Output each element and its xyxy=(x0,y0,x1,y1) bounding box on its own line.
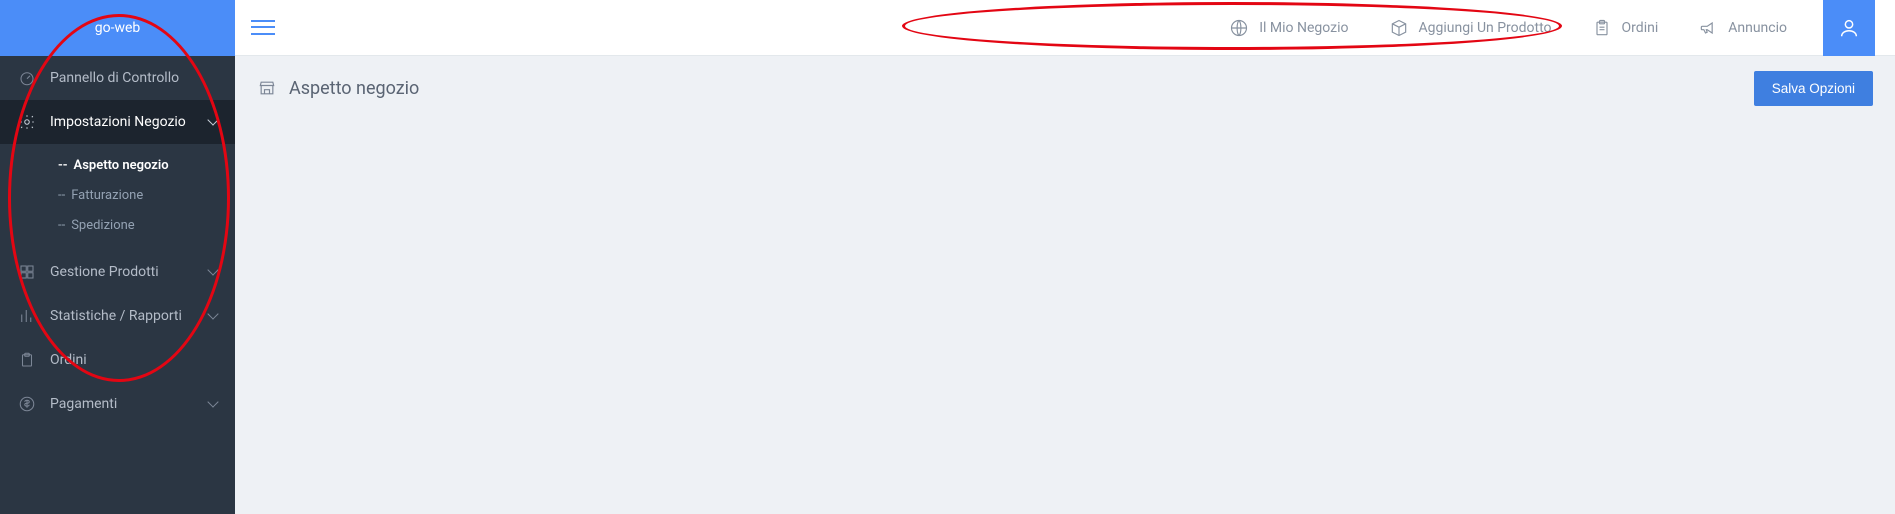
submenu-item-shipping[interactable]: -- Spedizione xyxy=(0,210,235,240)
sidebar-toggle[interactable] xyxy=(251,16,275,40)
globe-icon xyxy=(1229,18,1249,38)
sidebar-item-orders[interactable]: Ordini xyxy=(0,338,235,382)
top-navbar: Il Mio Negozio Aggiungi Un Prodotto Ordi… xyxy=(235,0,1895,56)
page-body xyxy=(235,120,1895,514)
page-header: Aspetto negozio Salva Opzioni xyxy=(235,56,1895,120)
sidebar-item-label: Pannello di Controllo xyxy=(50,70,217,86)
submenu-label: Aspetto negozio xyxy=(74,158,169,173)
toplink-add-product[interactable]: Aggiungi Un Prodotto xyxy=(1389,18,1552,38)
user-menu[interactable] xyxy=(1823,0,1875,56)
cube-icon xyxy=(1389,18,1409,38)
grid-icon xyxy=(18,263,36,281)
toplink-my-store[interactable]: Il Mio Negozio xyxy=(1229,18,1348,38)
sidebar: go-web Pannello di Controllo Impostazion… xyxy=(0,0,235,514)
toplink-announcement[interactable]: Annuncio xyxy=(1698,18,1787,38)
page-title: Aspetto negozio xyxy=(289,78,1754,99)
dollar-icon xyxy=(18,395,36,413)
submenu-label: Fatturazione xyxy=(71,188,143,203)
toplink-label: Il Mio Negozio xyxy=(1259,20,1348,36)
chevron-down-icon xyxy=(207,396,218,407)
sidebar-item-label: Gestione Prodotti xyxy=(50,264,209,280)
sidebar-item-label: Impostazioni Negozio xyxy=(50,114,209,130)
chevron-down-icon xyxy=(207,114,218,125)
submenu-prefix: -- xyxy=(58,218,65,233)
sidebar-item-label: Ordini xyxy=(50,352,217,368)
storefront-icon xyxy=(257,78,277,98)
sidebar-item-label: Pagamenti xyxy=(50,396,209,412)
toplink-label: Annuncio xyxy=(1728,20,1787,36)
sidebar-item-label: Statistiche / Rapporti xyxy=(50,308,209,324)
gear-icon xyxy=(18,113,36,131)
user-icon xyxy=(1838,17,1860,39)
submenu-item-appearance[interactable]: -- Aspetto negozio xyxy=(0,150,235,180)
toplink-label: Aggiungi Un Prodotto xyxy=(1419,20,1552,36)
submenu-prefix: -- xyxy=(58,158,68,173)
bar-chart-icon xyxy=(18,307,36,325)
submenu-prefix: -- xyxy=(58,188,65,203)
sidebar-item-stats[interactable]: Statistiche / Rapporti xyxy=(0,294,235,338)
brand-title[interactable]: go-web xyxy=(0,0,235,56)
megaphone-icon xyxy=(1698,18,1718,38)
chevron-down-icon xyxy=(207,264,218,275)
toplink-label: Ordini xyxy=(1622,20,1659,36)
gauge-icon xyxy=(18,69,36,87)
chevron-down-icon xyxy=(207,308,218,319)
sidebar-item-store-settings[interactable]: Impostazioni Negozio xyxy=(0,100,235,144)
submenu-item-billing[interactable]: -- Fatturazione xyxy=(0,180,235,210)
sidebar-item-products[interactable]: Gestione Prodotti xyxy=(0,250,235,294)
save-options-button[interactable]: Salva Opzioni xyxy=(1754,71,1873,106)
submenu-label: Spedizione xyxy=(71,218,135,233)
submenu-store-settings: -- Aspetto negozio -- Fatturazione -- Sp… xyxy=(0,144,235,250)
sidebar-item-payments[interactable]: Pagamenti xyxy=(0,382,235,426)
sidebar-item-dashboard[interactable]: Pannello di Controllo xyxy=(0,56,235,100)
toplink-orders[interactable]: Ordini xyxy=(1592,18,1659,38)
clipboard-icon xyxy=(18,351,36,369)
brand-label: go-web xyxy=(95,20,141,36)
clipboard-icon xyxy=(1592,18,1612,38)
